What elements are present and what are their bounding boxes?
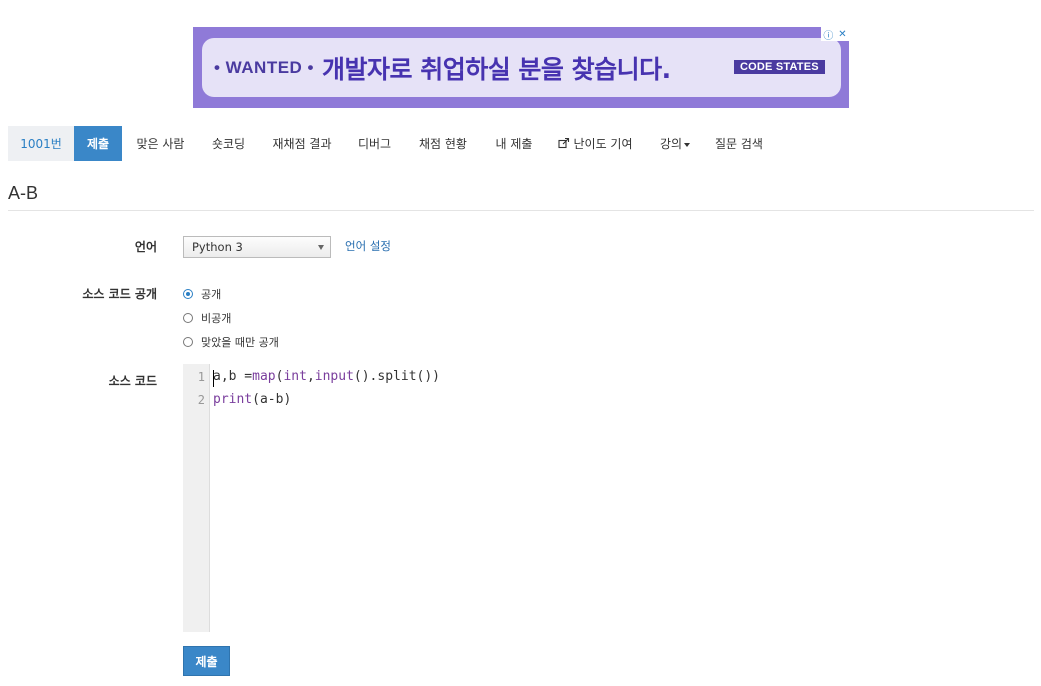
tab-my-submit[interactable]: 내 제출 bbox=[483, 126, 545, 161]
close-icon[interactable]: ✕ bbox=[838, 29, 846, 40]
problem-nav: 1001번 제출 맞은 사람 숏코딩 재채점 결과 디버그 채점 현황 내 제출… bbox=[8, 126, 774, 161]
tab-status[interactable]: 채점 현황 bbox=[403, 126, 483, 161]
code-line[interactable]: print(a-b) bbox=[213, 392, 291, 407]
title-divider bbox=[8, 210, 1034, 211]
radio-accepted-only[interactable]: 맞았을 때만 공개 bbox=[183, 334, 279, 350]
page-title: A-B bbox=[8, 183, 39, 203]
language-select-value: Python 3 bbox=[192, 240, 243, 254]
ad-badge: CODE STATES bbox=[734, 60, 825, 74]
line-number: 2 bbox=[197, 393, 205, 407]
radio-private[interactable]: 비공개 bbox=[183, 310, 231, 326]
radio-public-input[interactable] bbox=[183, 289, 193, 299]
tab-problem[interactable]: 1001번 bbox=[8, 126, 74, 161]
ad-headline: 개발자로 취업하실 분을 찾습니다. bbox=[322, 55, 671, 84]
visibility-label: 소스 코드 공개 bbox=[82, 287, 157, 301]
tab-difficulty[interactable]: 난이도 기여 bbox=[545, 126, 646, 161]
tab-submit[interactable]: 제출 bbox=[74, 126, 122, 161]
language-settings-link[interactable]: 언어 설정 bbox=[345, 238, 391, 254]
language-select[interactable]: Python 3 bbox=[183, 236, 331, 258]
radio-private-input[interactable] bbox=[183, 313, 193, 323]
radio-accepted-only-input[interactable] bbox=[183, 337, 193, 347]
tab-lecture-label: 강의 bbox=[659, 137, 683, 151]
ad-choices[interactable]: ⓘ ✕ bbox=[821, 27, 849, 42]
tab-solved[interactable]: 맞은 사람 bbox=[122, 126, 199, 161]
code-editor[interactable]: 1 2 a,b =map(int,input().split()) print(… bbox=[183, 364, 783, 632]
radio-public-label: 공개 bbox=[201, 288, 222, 301]
line-number: 1 bbox=[197, 370, 205, 384]
tab-shortcode[interactable]: 숏코딩 bbox=[199, 126, 258, 161]
tab-debug[interactable]: 디버그 bbox=[346, 126, 403, 161]
radio-accepted-only-label: 맞았을 때만 공개 bbox=[201, 336, 279, 349]
language-label: 언어 bbox=[134, 240, 157, 254]
text-cursor bbox=[213, 370, 214, 387]
tab-rejudge[interactable]: 재채점 결과 bbox=[258, 126, 346, 161]
source-label: 소스 코드 bbox=[108, 374, 157, 388]
tab-lecture[interactable]: 강의 bbox=[646, 126, 704, 161]
editor-gutter: 1 2 bbox=[183, 364, 210, 632]
submit-button[interactable]: 제출 bbox=[183, 646, 230, 676]
radio-private-label: 비공개 bbox=[201, 312, 232, 325]
dropdown-arrow-icon bbox=[318, 245, 324, 250]
radio-public[interactable]: 공개 bbox=[183, 286, 221, 302]
ad-brand: • WANTED • bbox=[214, 58, 315, 77]
ad-content[interactable]: • WANTED • 개발자로 취업하실 분을 찾습니다. CODE STATE… bbox=[202, 38, 841, 97]
ad-banner[interactable]: • WANTED • 개발자로 취업하실 분을 찾습니다. CODE STATE… bbox=[193, 27, 849, 108]
info-icon[interactable]: ⓘ bbox=[823, 27, 833, 42]
tab-difficulty-label: 난이도 기여 bbox=[573, 137, 633, 151]
external-link-icon bbox=[558, 138, 570, 149]
code-line[interactable]: a,b =map(int,input().split()) bbox=[213, 369, 440, 384]
caret-down-icon bbox=[684, 142, 691, 147]
tab-qna[interactable]: 질문 검색 bbox=[704, 126, 774, 161]
